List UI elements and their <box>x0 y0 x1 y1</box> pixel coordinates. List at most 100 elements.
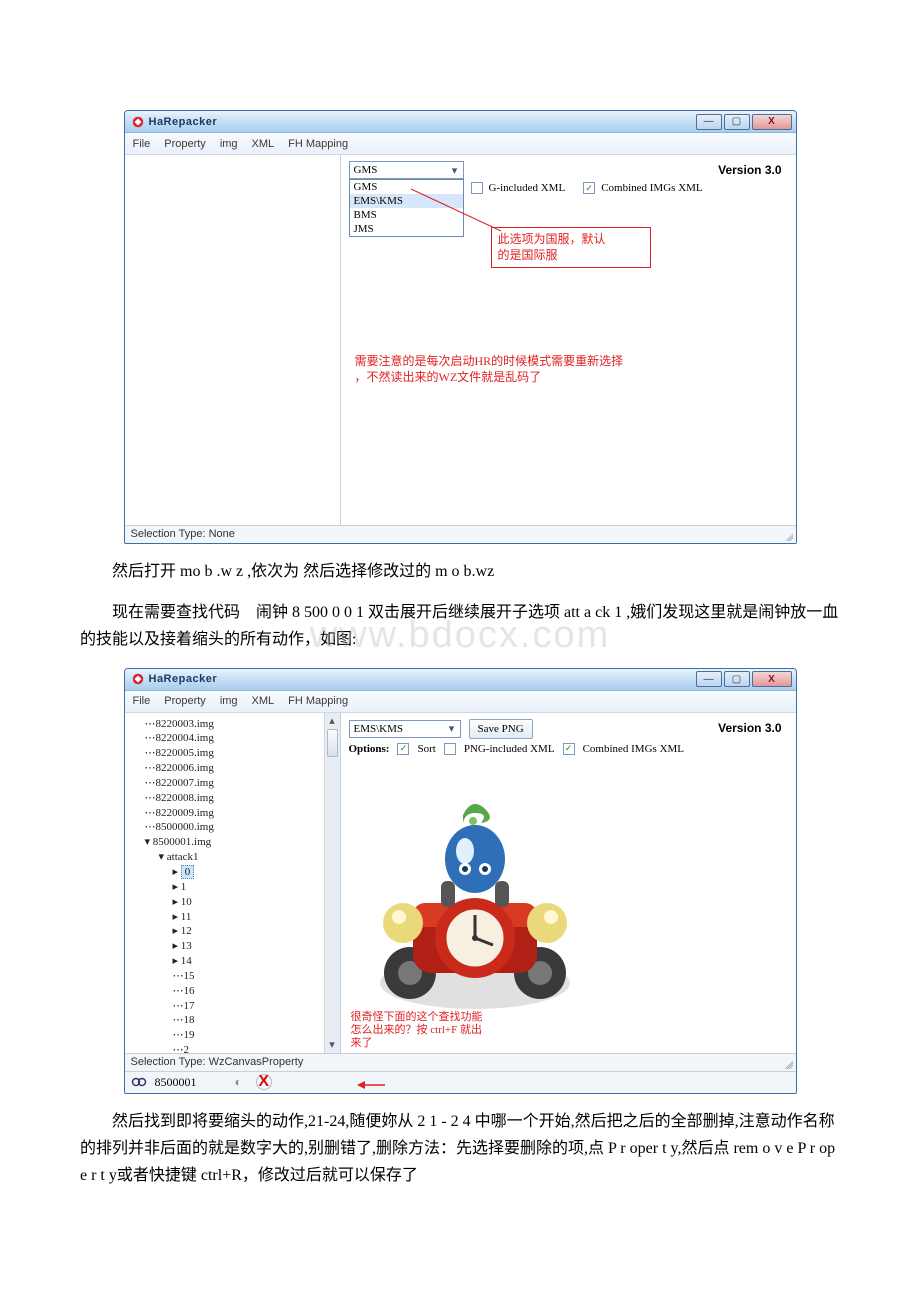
save-png-button[interactable]: Save PNG <box>469 719 533 739</box>
titlebar[interactable]: HaRepacker — ▢ X <box>125 111 796 133</box>
tree-frame[interactable]: ▸ 13 <box>131 939 340 954</box>
maximize-button[interactable]: ▢ <box>724 671 750 687</box>
resize-grip-icon[interactable] <box>783 1059 793 1069</box>
opt-jms[interactable]: JMS <box>350 222 463 236</box>
tree-frame[interactable]: ▸ 10 <box>131 895 340 910</box>
version-label: Version 3.0 <box>718 163 781 177</box>
scrollbar[interactable]: ▴ ▾ <box>324 713 340 1053</box>
tree-item[interactable]: ⋯8220009.img <box>131 806 340 821</box>
combo-value: EMS\KMS <box>354 723 404 735</box>
app-window-2: HaRepacker — ▢ X File Property img XML F… <box>124 668 797 1094</box>
find-options-icon[interactable]: ◐ <box>235 1075 242 1089</box>
tree-item[interactable]: ⋯8220005.img <box>131 746 340 761</box>
tree-frame[interactable]: ▸ 11 <box>131 910 340 925</box>
tree-frame[interactable]: ⋯18 <box>131 1013 340 1028</box>
tree-frame[interactable]: ▸ 0 <box>131 865 340 880</box>
chevron-down-icon: ▾ <box>447 162 463 178</box>
app-icon <box>131 672 145 686</box>
status-bar: Selection Type: None <box>125 525 796 543</box>
chevron-down-icon: ▾ <box>444 722 460 735</box>
resize-grip-icon[interactable] <box>783 531 793 541</box>
sprite-preview <box>355 773 595 1023</box>
checkbox-combxml[interactable]: ✓ <box>563 743 575 755</box>
region-combo[interactable]: GMS ▾ <box>349 161 464 179</box>
version-label: Version 3.0 <box>718 721 781 735</box>
tree-item[interactable]: ⋯8220006.img <box>131 761 340 776</box>
tree-item-attack[interactable]: ▾ attack1 <box>131 850 340 865</box>
menu-fhmapping[interactable]: FH Mapping <box>288 695 348 707</box>
titlebar[interactable]: HaRepacker — ▢ X <box>125 669 796 691</box>
region-combo[interactable]: EMS\KMS ▾ <box>349 720 461 738</box>
minimize-button[interactable]: — <box>696 671 722 687</box>
tree-item[interactable]: ⋯8500000.img <box>131 820 340 835</box>
annotation-note-mode: 需要注意的是每次启动HR的时候模式需要重新选择 ，不然读出来的WZ文件就是乱码了 <box>349 350 679 389</box>
menu-property[interactable]: Property <box>164 138 206 150</box>
close-button[interactable]: X <box>752 671 792 687</box>
checkbox-gincluded[interactable] <box>471 182 483 194</box>
xml-options: G-included XML ✓ Combined IMGs XML <box>471 182 703 194</box>
label-pngxml: PNG-included XML <box>464 743 555 755</box>
app-icon <box>131 115 145 129</box>
tree-item-expanded[interactable]: ▾ 8500001.img <box>131 835 340 850</box>
tree-frame[interactable]: ⋯2 <box>131 1043 340 1052</box>
scroll-thumb[interactable] <box>327 729 338 757</box>
close-button[interactable]: X <box>752 114 792 130</box>
find-input[interactable]: 8500001 <box>155 1075 197 1090</box>
tree-frame[interactable]: ▸ 12 <box>131 924 340 939</box>
tree-frame[interactable]: ⋯15 <box>131 969 340 984</box>
checkbox-sort[interactable]: ✓ <box>397 743 409 755</box>
menu-xml[interactable]: XML <box>252 138 275 150</box>
scroll-down-icon[interactable]: ▾ <box>325 1037 340 1053</box>
tree-frame[interactable]: ⋯17 <box>131 999 340 1014</box>
menu-img[interactable]: img <box>220 695 238 707</box>
opt-gms[interactable]: GMS <box>350 180 463 194</box>
search-icon[interactable] <box>131 1074 147 1090</box>
tree-item[interactable]: ⋯8220008.img <box>131 791 340 806</box>
maximize-button[interactable]: ▢ <box>724 114 750 130</box>
menu-img[interactable]: img <box>220 138 238 150</box>
tree-frame[interactable]: ⋯19 <box>131 1028 340 1043</box>
opt-emskms[interactable]: EMS\KMS <box>350 194 463 208</box>
annotation-callout-region: 此选项为国服，默认 的是国际服 <box>491 227 651 268</box>
find-toolbar: 8500001 ◐ X <box>125 1071 796 1093</box>
menu-fhmapping[interactable]: FH Mapping <box>288 138 348 150</box>
minimize-button[interactable]: — <box>696 114 722 130</box>
region-dropdown[interactable]: GMS EMS\KMS BMS JMS <box>349 179 464 237</box>
menubar: File Property img XML FH Mapping <box>125 691 796 713</box>
close-find-button[interactable]: X <box>256 1074 272 1090</box>
tree-item[interactable]: ⋯8220004.img <box>131 731 340 746</box>
tree-frame[interactable]: ⋯16 <box>131 984 340 999</box>
menubar: File Property img XML FH Mapping <box>125 133 796 155</box>
annotation-find-note: 很奇怪下面的这个查找功能怎么出来的？按 ctrl+F 就出来了 <box>351 1011 491 1051</box>
status-text: Selection Type: WzCanvasProperty <box>131 1056 304 1068</box>
menu-property[interactable]: Property <box>164 695 206 707</box>
label-gincluded: G-included XML <box>489 182 566 194</box>
menu-file[interactable]: File <box>133 695 151 707</box>
checkbox-pngxml[interactable] <box>444 743 456 755</box>
annotation-arrow-icon <box>357 1078 387 1094</box>
content-pane: Version 3.0 EMS\KMS ▾ Save PNG Options: … <box>341 713 796 1053</box>
combo-value: GMS <box>354 164 378 176</box>
tree-frame[interactable]: ▸ 1 <box>131 880 340 895</box>
body-paragraph-1: 然后打开 mo b .w z ,依次为 然后选择修改过的 m o b.wz <box>80 558 840 585</box>
menu-xml[interactable]: XML <box>252 695 275 707</box>
content-pane: Version 3.0 GMS ▾ GMS EMS\KMS BMS JMS G-… <box>341 155 796 525</box>
app-title: HaRepacker <box>149 116 218 128</box>
scroll-up-icon[interactable]: ▴ <box>325 713 340 729</box>
app-title: HaRepacker <box>149 673 218 685</box>
status-bar: Selection Type: WzCanvasProperty <box>125 1053 796 1071</box>
menu-file[interactable]: File <box>133 138 151 150</box>
label-combined: Combined IMGs XML <box>601 182 702 194</box>
label-combxml: Combined IMGs XML <box>583 743 684 755</box>
tree-pane[interactable]: ⋯8220003.img⋯8220004.img⋯8220005.img⋯822… <box>125 713 341 1053</box>
app-window-1: HaRepacker — ▢ X File Property img XML F… <box>124 110 797 544</box>
options-label: Options: <box>349 743 390 755</box>
tree-pane-empty <box>125 155 341 525</box>
body-paragraph-2: 现在需要查找代码 闹钟 8 500 0 0 1 双击展开后继续展开子选项 att… <box>80 599 840 653</box>
tree-frame[interactable]: ▸ 14 <box>131 954 340 969</box>
opt-bms[interactable]: BMS <box>350 208 463 222</box>
tree-item[interactable]: ⋯8220003.img <box>131 717 340 732</box>
status-text: Selection Type: None <box>131 528 235 540</box>
tree-item[interactable]: ⋯8220007.img <box>131 776 340 791</box>
checkbox-combined[interactable]: ✓ <box>583 182 595 194</box>
